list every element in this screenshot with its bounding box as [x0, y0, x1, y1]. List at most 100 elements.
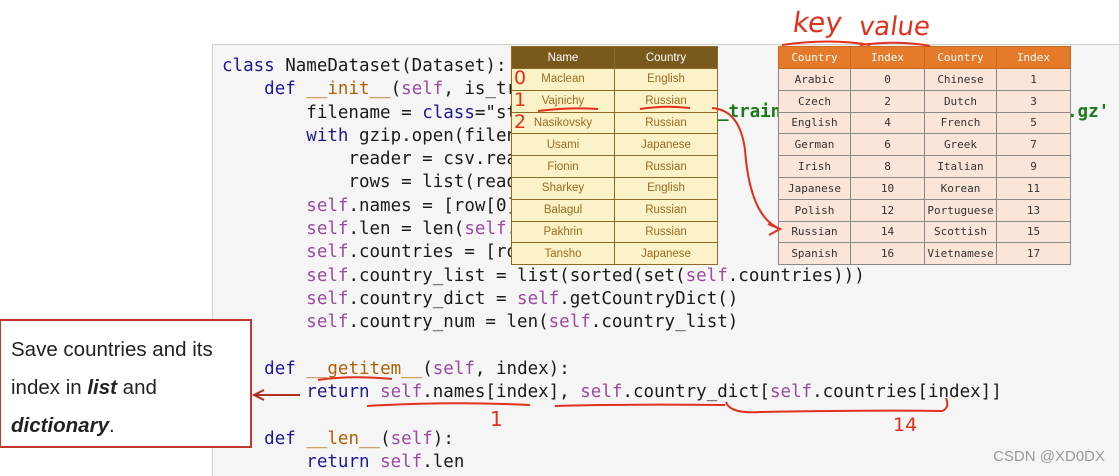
- names-header-country: Country: [614, 46, 718, 69]
- names-table-row: Vajnichy Russian: [511, 89, 718, 113]
- country-table-row: Spanish 16 Vietnamese 17: [778, 242, 1071, 266]
- country-cell: Russian: [614, 111, 718, 135]
- country-cell: Portuguese: [924, 198, 997, 222]
- code-line: def __getitem__(self, index):: [264, 358, 570, 379]
- key-annotation: key: [790, 6, 845, 39]
- name-cell: Nasikovsky: [511, 111, 615, 135]
- country-cell: Greek: [924, 133, 997, 157]
- names-table-row: Maclean English: [511, 68, 718, 91]
- index-header: Index: [996, 46, 1071, 69]
- index-cell: 4: [850, 111, 925, 135]
- note-emphasis-dictionary: dictionary: [11, 414, 109, 437]
- code-overflow-gz: .gz': [1067, 102, 1110, 122]
- watermark: CSDN @XD0DX: [993, 448, 1105, 465]
- index-cell: 16: [850, 242, 925, 266]
- code-line: return self.names[index], self.country_d…: [306, 382, 1002, 403]
- note-text: index in: [11, 376, 88, 399]
- country-cell: Korean: [924, 176, 997, 200]
- country-table-row: Irish 8 Italian 9: [778, 155, 1071, 178]
- country-cell: Japanese: [614, 242, 718, 266]
- index-cell: 11: [996, 176, 1071, 200]
- names-table-row: Fionin Russian: [511, 155, 718, 178]
- country-cell: Chinese: [924, 68, 997, 91]
- code-line: def __init__(self, is_trai: [264, 79, 539, 100]
- names-table-row: Sharkey English: [511, 176, 718, 200]
- country-table-row: Polish 12 Portuguese 13: [778, 198, 1071, 222]
- country-header: Country: [778, 46, 851, 69]
- code-line: self.countries = [row[: [306, 242, 539, 263]
- country-cell: German: [778, 133, 851, 157]
- index-cell: 1: [996, 68, 1071, 91]
- names-table-header: Name Country: [511, 46, 718, 69]
- names-table-row: Balagul Russian: [511, 198, 718, 222]
- country-cell: Italian: [924, 155, 997, 178]
- country-cell: French: [924, 111, 997, 135]
- row-index-0: 0: [514, 67, 527, 89]
- country-table-row: Russian 14 Scottish 15: [778, 220, 1071, 244]
- country-index-table: Country Index Country Index Arabic 0 Chine…: [778, 46, 1071, 266]
- note-line-1: Save countries and its: [11, 338, 213, 361]
- index-cell: 2: [850, 89, 925, 113]
- name-cell: Balagul: [511, 198, 615, 222]
- names-table-row: Nasikovsky Russian: [511, 111, 718, 135]
- index-header: Index: [850, 46, 925, 69]
- name-cell: Maclean: [511, 68, 615, 91]
- country-cell: Russian: [778, 220, 851, 244]
- dict-value-annotation: 14: [893, 414, 918, 436]
- code-line: reader = csv.reade: [222, 149, 539, 170]
- country-cell: Arabic: [778, 68, 851, 91]
- country-cell: English: [614, 68, 718, 91]
- code-line: self.country_list = list(sorted(set(self…: [306, 265, 865, 286]
- row-index-1: 1: [514, 89, 527, 111]
- index-cell: 3: [996, 89, 1071, 113]
- country-cell: Dutch: [924, 89, 997, 113]
- names-index-annotation: 1: [490, 407, 503, 431]
- index-cell: 7: [996, 133, 1071, 157]
- names-table-row: Usami Japanese: [511, 133, 718, 157]
- index-cell: 8: [850, 155, 925, 178]
- code-line: rows = list(reader: [222, 172, 539, 193]
- code-line: self.names = [row[0] f: [306, 195, 539, 216]
- country-cell: Scottish: [924, 220, 997, 244]
- note-text: and: [116, 376, 157, 399]
- country-cell: Japanese: [614, 133, 718, 157]
- explanation-note: Save countries and its index in list and…: [0, 319, 252, 448]
- country-cell: Czech: [778, 89, 851, 113]
- name-cell: Tansho: [511, 242, 615, 266]
- country-header: Country: [924, 46, 997, 69]
- index-cell: 10: [850, 176, 925, 200]
- country-cell: Spanish: [778, 242, 851, 266]
- index-cell: 5: [996, 111, 1071, 135]
- note-line-2: index in list and: [11, 369, 240, 407]
- index-cell: 0: [850, 68, 925, 91]
- names-table-row: Pakhrin Russian: [511, 220, 718, 244]
- country-table-row: Arabic 0 Chinese 1: [778, 68, 1071, 91]
- index-cell: 14: [850, 220, 925, 244]
- country-table-row: English 4 French 5: [778, 111, 1071, 135]
- index-cell: 13: [996, 198, 1071, 222]
- code-line: class NameDataset(Dataset):: [222, 56, 507, 76]
- name-cell: Sharkey: [511, 176, 615, 200]
- note-emphasis-list: list: [87, 376, 117, 399]
- index-cell: 6: [850, 133, 925, 157]
- note-line-3: dictionary.: [11, 407, 240, 445]
- country-cell: Russian: [614, 198, 718, 222]
- code-line: with gzip.open(filenam: [306, 125, 539, 146]
- code-line: self.len = len(self.na: [306, 219, 538, 240]
- country-table-row: Japanese 10 Korean 11: [778, 176, 1071, 200]
- row-index-2: 2: [514, 111, 527, 133]
- name-cell: Pakhrin: [511, 220, 615, 244]
- names-table-row: Tansho Japanese: [511, 242, 718, 266]
- index-cell: 17: [996, 242, 1071, 266]
- country-cell: Irish: [778, 155, 851, 178]
- names-table: Name Country Maclean English Vajnichy Russi…: [511, 46, 718, 266]
- code-line: self.country_dict = self.getCountryDict(…: [306, 288, 739, 309]
- country-cell: Polish: [778, 198, 851, 222]
- country-cell: Russian: [614, 155, 718, 178]
- country-table-row: German 6 Greek 7: [778, 133, 1071, 157]
- country-cell: Japanese: [778, 176, 851, 200]
- country-cell: Vietnamese: [924, 242, 997, 266]
- name-cell: Usami: [511, 133, 615, 157]
- name-cell: Vajnichy: [511, 89, 615, 113]
- country-cell: Russian: [614, 220, 718, 244]
